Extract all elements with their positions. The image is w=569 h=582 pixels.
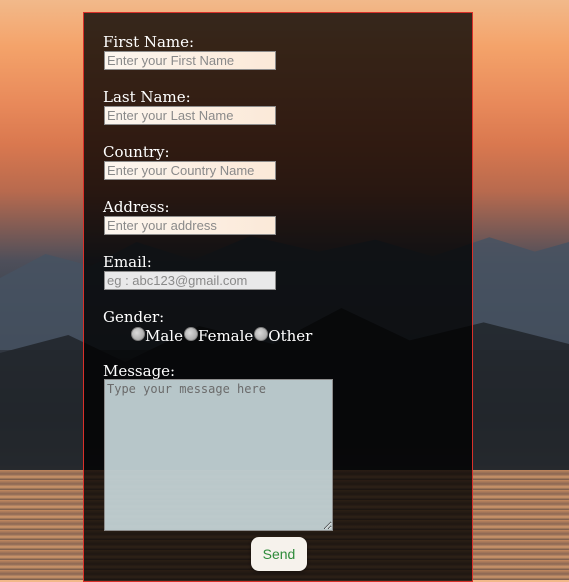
gender-other-label: Other (268, 327, 313, 345)
send-button[interactable]: Send (251, 537, 307, 571)
last-name-input[interactable] (104, 106, 276, 125)
first-name-label: First Name: (103, 33, 195, 51)
message-textarea[interactable] (104, 379, 333, 531)
gender-female-radio[interactable] (183, 327, 198, 341)
email-input[interactable] (104, 271, 276, 290)
gender-male-label: Male (145, 327, 183, 345)
gender-male-radio[interactable] (131, 327, 145, 341)
email-label: Email: (103, 253, 152, 271)
address-label: Address: (103, 198, 170, 216)
first-name-input[interactable] (104, 51, 276, 70)
address-input[interactable] (104, 216, 276, 235)
message-label: Message: (103, 362, 176, 380)
gender-label: Gender: (103, 308, 165, 326)
gender-female-label: Female (197, 327, 254, 345)
gender-other-radio[interactable] (254, 327, 269, 341)
gender-radio-group: Male Female Other (131, 327, 313, 345)
country-label: Country: (103, 143, 170, 161)
last-name-label: Last Name: (103, 88, 191, 106)
contact-form-panel: First Name: Last Name: Country: Address:… (83, 12, 473, 582)
country-input[interactable] (104, 161, 276, 180)
